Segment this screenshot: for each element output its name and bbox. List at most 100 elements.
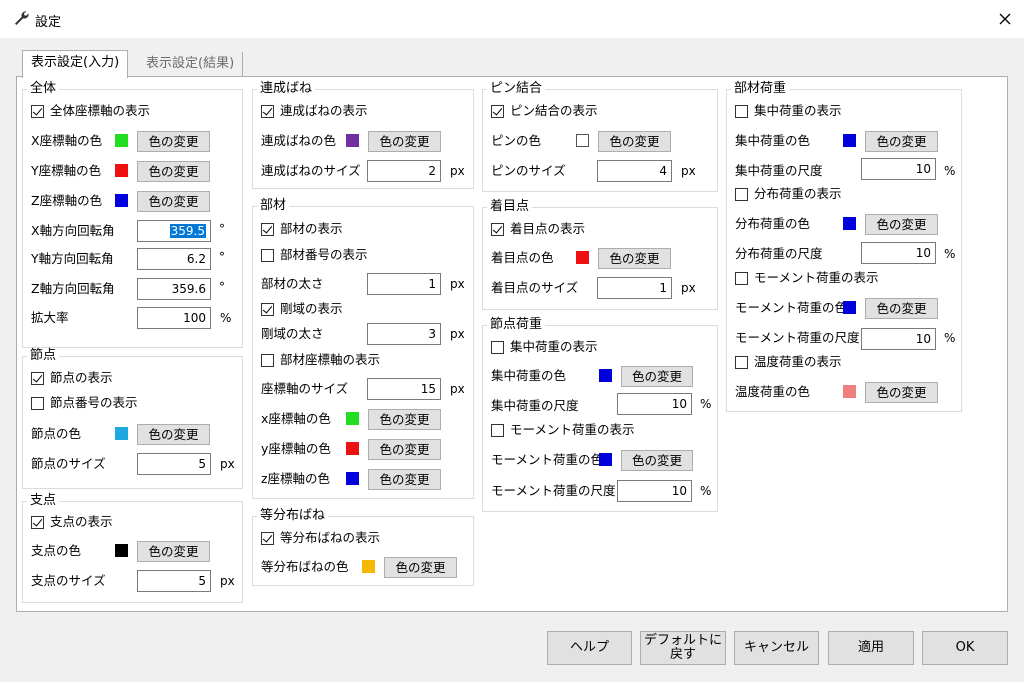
percent-unit: % (700, 484, 712, 498)
pin-change-color-button[interactable]: 色の変更 (598, 131, 671, 152)
scale-input[interactable]: 100 (137, 307, 211, 329)
node-size-label: 節点のサイズ (31, 456, 106, 471)
member-z-axis-change-color-button[interactable]: 色の変更 (368, 469, 441, 490)
member-thickness-input[interactable]: 1 (367, 273, 441, 295)
restore-default-button[interactable]: デフォルトに 戻す (640, 631, 726, 665)
cancel-button[interactable]: キャンセル (734, 631, 819, 665)
distributed-spring-change-color-button[interactable]: 色の変更 (384, 557, 457, 578)
show-support-checkbox[interactable] (31, 516, 44, 529)
z-axis-color-label: Z座標軸の色 (31, 193, 103, 208)
member-x-axis-color-swatch (346, 412, 359, 425)
tab-display-result[interactable]: 表示設定(結果) (138, 52, 244, 77)
coupled-spring-size-input[interactable]: 2 (367, 160, 441, 182)
y-axis-change-color-button[interactable]: 色の変更 (137, 161, 210, 182)
member-moment-load-color-swatch (843, 301, 856, 314)
temperature-load-change-color-button[interactable]: 色の変更 (865, 382, 938, 403)
member-x-axis-change-color-button[interactable]: 色の変更 (368, 409, 441, 430)
show-node-number-checkbox[interactable] (31, 397, 44, 410)
member-dist-load-color-label: 分布荷重の色 (735, 216, 811, 231)
show-distributed-spring-checkbox[interactable] (261, 532, 274, 545)
member-dist-load-scale-label: 分布荷重の尺度 (735, 246, 823, 261)
x-rotation-input[interactable]: 359.5 (137, 220, 211, 242)
show-member-dist-load-checkbox[interactable] (735, 188, 748, 201)
node-conc-load-scale-label: 集中荷重の尺度 (491, 398, 579, 413)
show-coupled-spring-checkbox[interactable] (261, 105, 274, 118)
member-moment-load-scale-input[interactable]: 10 (861, 328, 936, 350)
member-dist-load-scale-input[interactable]: 10 (861, 242, 936, 264)
show-node-number-label: 節点番号の表示 (50, 395, 138, 410)
coupled-spring-size-label: 連成ばねのサイズ (261, 163, 361, 178)
show-node-moment-load-checkbox[interactable] (491, 424, 504, 437)
show-rigid-zone-label: 剛域の表示 (280, 301, 343, 316)
px-unit: px (220, 457, 235, 471)
node-color-swatch (115, 427, 128, 440)
z-axis-change-color-button[interactable]: 色の変更 (137, 191, 210, 212)
px-unit: px (681, 281, 696, 295)
show-rigid-zone-checkbox[interactable] (261, 303, 274, 316)
show-coupled-spring-label: 連成ばねの表示 (280, 103, 368, 118)
tab-display-input[interactable]: 表示設定(入力) (22, 50, 129, 78)
node-size-input[interactable]: 5 (137, 453, 211, 475)
node-change-color-button[interactable]: 色の変更 (137, 424, 210, 445)
node-moment-load-scale-label: モーメント荷重の尺度 (491, 483, 616, 498)
member-y-axis-color-label: y座標軸の色 (261, 441, 331, 456)
show-member-moment-load-checkbox[interactable] (735, 272, 748, 285)
node-moment-load-change-color-button[interactable]: 色の変更 (621, 450, 693, 471)
member-y-axis-color-swatch (346, 442, 359, 455)
show-member-number-checkbox[interactable] (261, 249, 274, 262)
window-title: 設定 (35, 15, 62, 30)
node-conc-load-scale-input[interactable]: 10 (617, 393, 692, 415)
x-axis-change-color-button[interactable]: 色の変更 (137, 131, 210, 152)
px-unit: px (450, 164, 465, 178)
focus-point-size-input[interactable]: 1 (597, 277, 672, 299)
axis-size-label: 座標軸のサイズ (261, 381, 349, 396)
px-unit: px (450, 277, 465, 291)
show-support-label: 支点の表示 (50, 514, 113, 529)
member-conc-load-change-color-button[interactable]: 色の変更 (865, 131, 938, 152)
show-member-conc-load-checkbox[interactable] (735, 105, 748, 118)
coupled-spring-change-color-button[interactable]: 色の変更 (368, 131, 441, 152)
focus-point-change-color-button[interactable]: 色の変更 (598, 248, 671, 269)
rigid-thickness-label: 剛域の太さ (261, 326, 324, 341)
y-rotation-input[interactable]: 6.2 (137, 248, 211, 270)
show-temperature-load-label: 温度荷重の表示 (754, 354, 842, 369)
coupled-spring-color-label: 連成ばねの色 (261, 133, 337, 148)
show-global-axes-checkbox[interactable] (31, 105, 44, 118)
support-change-color-button[interactable]: 色の変更 (137, 541, 210, 562)
support-size-input[interactable]: 5 (137, 570, 211, 592)
apply-button[interactable]: 適用 (828, 631, 914, 665)
show-member-axes-checkbox[interactable] (261, 354, 274, 367)
member-dist-load-change-color-button[interactable]: 色の変更 (865, 214, 938, 235)
help-button[interactable]: ヘルプ (547, 631, 632, 665)
group-title: 節点 (27, 348, 60, 364)
distributed-spring-color-label: 等分布ばねの色 (261, 559, 349, 574)
close-icon[interactable] (992, 6, 1018, 32)
member-moment-load-change-color-button[interactable]: 色の変更 (865, 298, 938, 319)
show-focus-point-checkbox[interactable] (491, 223, 504, 236)
group-title: 全体 (27, 81, 60, 97)
rigid-thickness-input[interactable]: 3 (367, 323, 441, 345)
ok-button[interactable]: OK (922, 631, 1008, 665)
degree-unit: ° (219, 280, 225, 294)
show-member-number-label: 部材番号の表示 (280, 247, 368, 262)
pin-size-input[interactable]: 4 (597, 160, 672, 182)
show-pin-joint-checkbox[interactable] (491, 105, 504, 118)
show-node-checkbox[interactable] (31, 372, 44, 385)
pin-color-swatch (576, 134, 589, 147)
axis-size-input[interactable]: 15 (367, 378, 441, 400)
z-rotation-input[interactable]: 359.6 (137, 278, 211, 300)
member-y-axis-change-color-button[interactable]: 色の変更 (368, 439, 441, 460)
show-member-checkbox[interactable] (261, 223, 274, 236)
member-conc-load-scale-input[interactable]: 10 (861, 158, 936, 180)
show-member-moment-load-label: モーメント荷重の表示 (754, 270, 879, 285)
node-conc-load-change-color-button[interactable]: 色の変更 (621, 366, 693, 387)
focus-point-color-label: 着目点の色 (491, 250, 554, 265)
node-moment-load-scale-input[interactable]: 10 (617, 480, 692, 502)
show-pin-joint-label: ピン結合の表示 (510, 103, 598, 118)
show-temperature-load-checkbox[interactable] (735, 356, 748, 369)
title-bar: 設定 (0, 0, 1024, 38)
x-rotation-value: 359.5 (169, 224, 206, 238)
show-node-conc-load-checkbox[interactable] (491, 341, 504, 354)
percent-unit: % (944, 164, 956, 178)
px-unit: px (681, 164, 696, 178)
